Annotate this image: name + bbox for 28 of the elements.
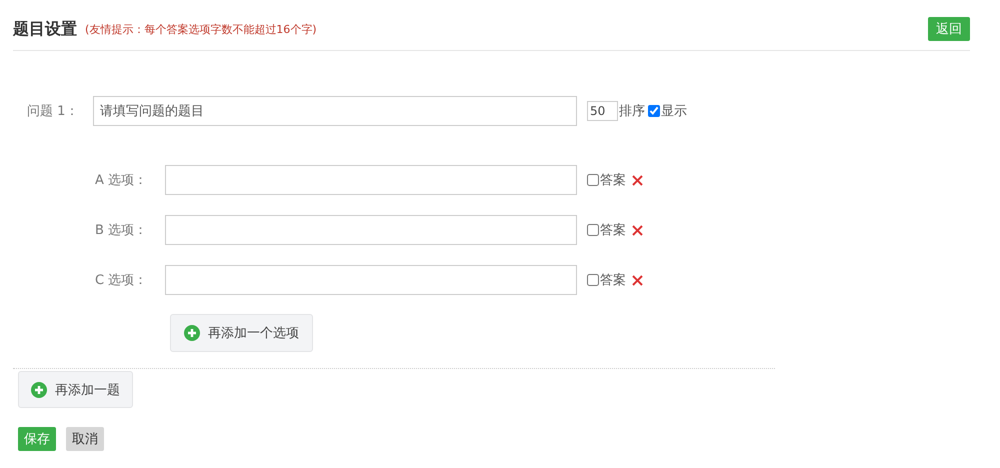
hint-text: (友情提示：每个答案选项字数不能超过16个字) [85,22,317,36]
answer-label: 答案 [600,222,626,239]
order-field[interactable]: 50 [587,101,618,121]
question-field[interactable]: 请填写问题的题目 [93,96,577,126]
cancel-button[interactable]: 取消 [66,427,104,451]
answer-label: 答案 [600,172,626,189]
option-field[interactable] [165,265,577,295]
answer-label: 答案 [600,272,626,289]
add-question-button[interactable]: 再添加一题 [18,371,133,408]
delete-icon[interactable] [632,274,643,286]
page-title: 题目设置 [13,18,77,40]
show-checkbox[interactable] [648,105,660,117]
add-option-button[interactable]: 再添加一个选项 [170,314,313,352]
order-label: 排序 [619,103,645,120]
answer-checkbox[interactable] [587,174,599,186]
answer-checkbox[interactable] [587,224,599,236]
delete-icon[interactable] [632,224,643,236]
delete-icon[interactable] [632,174,643,186]
answer-checkbox[interactable] [587,274,599,286]
add-icon [31,382,47,398]
option-label: A 选项： [95,172,148,189]
option-field[interactable] [165,215,577,245]
option-label: B 选项： [95,222,148,239]
add-icon [184,325,200,341]
option-label: C 选项： [95,272,148,289]
question-label: 问题 1： [27,103,80,120]
option-field[interactable] [165,165,577,195]
show-label: 显示 [661,103,687,120]
